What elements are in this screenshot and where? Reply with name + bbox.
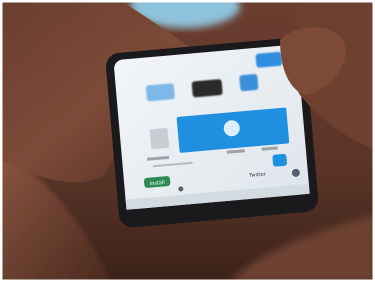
twitter-icon [272, 153, 287, 167]
thumbnail [149, 128, 170, 150]
app-icon [145, 83, 175, 102]
photo: Install Twitter [0, 0, 375, 282]
app-icon [239, 74, 259, 92]
app-icon [255, 51, 283, 68]
app-icon [191, 79, 223, 98]
